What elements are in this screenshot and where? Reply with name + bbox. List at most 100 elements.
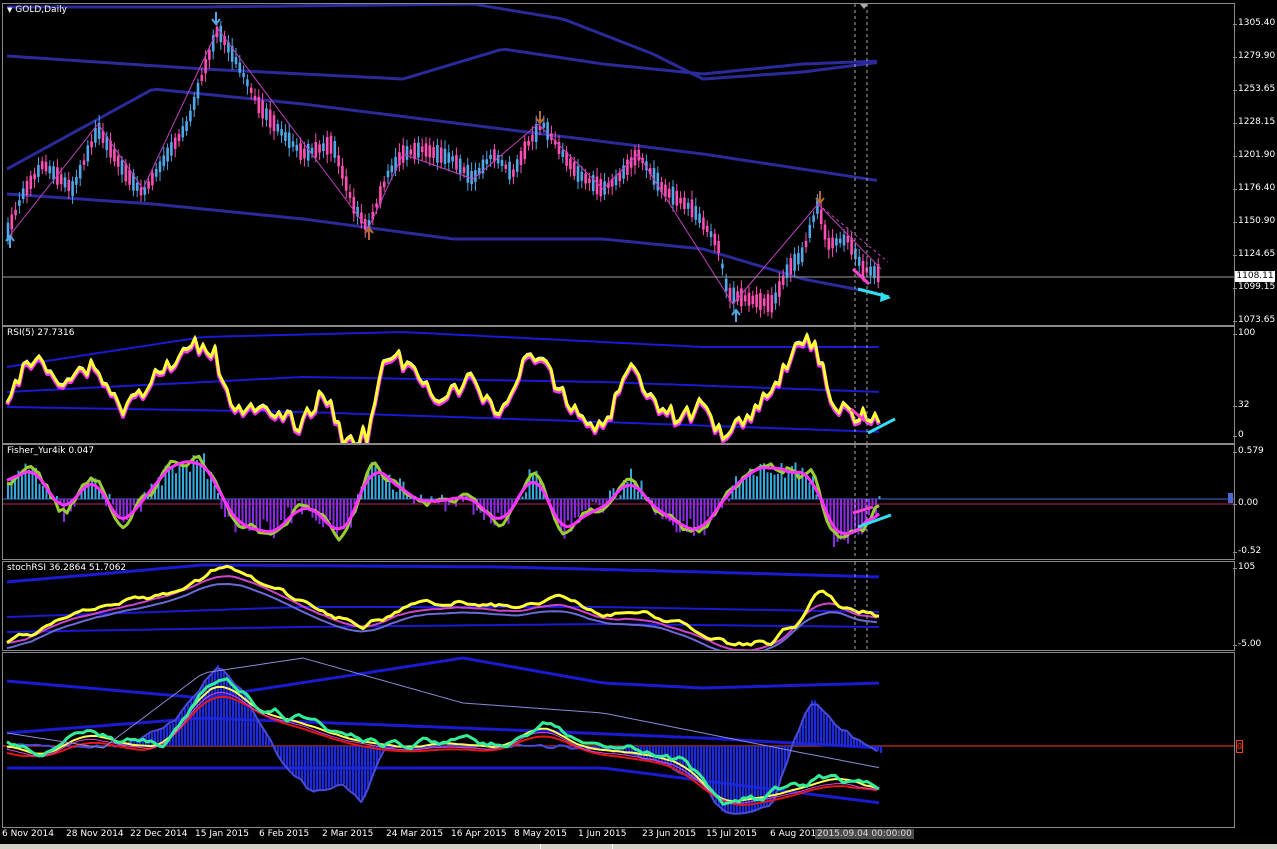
fisher-histogram-bar [395,491,398,499]
candle-body [192,96,196,110]
candle-body [569,158,572,170]
candle-body [702,217,705,230]
osc-histogram-bar [331,746,334,787]
time-axis[interactable]: 6 Nov 2014 28 Nov 2014 22 Dec 2014 15 Ja… [0,826,1235,844]
candle-body [861,260,865,278]
candle-body [113,148,116,162]
candle-body [29,175,33,189]
candle-body [462,167,466,173]
candle-body [348,192,352,198]
fisher-histogram-bar [171,465,174,499]
zero-level-marker: 0 [1236,740,1243,753]
oscillator-panel[interactable] [2,652,1235,828]
fisher-histogram-bar [745,477,748,499]
osc-histogram-bar [361,746,364,802]
candle-body [67,179,71,192]
fisher-histogram-bar [430,496,433,499]
osc-histogram-bar [748,746,751,813]
fisher-histogram-bar [287,499,289,508]
osc-histogram-bar [322,746,325,790]
osc-histogram-bar [367,746,370,790]
fisher-histogram-bar [871,499,874,506]
candle-body [800,247,804,263]
candle-body [664,184,667,197]
fisher-histogram-bar [584,499,587,510]
candle-body [717,240,720,254]
candle-body [496,154,500,164]
fisher-histogram-bar [178,465,181,499]
osc-histogram-bar [349,746,352,790]
candle-body [778,281,781,297]
candle-body [166,147,169,162]
rsi-panel[interactable]: RSI(5) 27.7316 [2,326,1235,444]
candle-body [265,108,268,120]
fisher-scale[interactable]: 0.579 0.00 -0.52 [1233,444,1277,558]
candle-body [470,171,473,185]
fisher-panel[interactable]: Fisher_Yur4ik 0.047 [2,444,1235,560]
candle-body [284,131,287,141]
candle-body [135,182,139,191]
osc-histogram-bar [820,708,823,746]
osc-histogram-bar [751,746,754,813]
candle-body [75,176,78,185]
price-panel[interactable]: ▼ GOLD,Daily [2,3,1235,326]
time-label: 1 Jun 2015 [578,829,627,839]
stoch-upper-band [6,563,880,584]
candle-body [249,87,253,93]
candle-body [721,263,724,269]
candle-body [390,165,394,173]
candle-body [489,154,492,160]
candle-body [420,146,424,153]
fisher-histogram-bar [322,499,324,528]
candle-body [329,135,333,154]
fisher-histogram-bar [689,499,692,520]
candle-body [819,209,823,225]
osc-histogram-bar [832,723,835,746]
candle-body [485,159,489,165]
fisher-histogram-bar [21,475,23,499]
symbol-label[interactable]: ▼ GOLD,Daily [7,5,67,15]
candle-body [576,166,580,182]
candle-body [303,148,306,159]
candle-body [90,141,93,148]
osc-histogram-bar [805,713,808,746]
fisher-histogram-bar [269,499,272,534]
candle-body [686,202,690,209]
time-label: 6 Nov 2014 [2,829,54,839]
candle-body [128,169,131,185]
candle-body [770,295,774,313]
candle-body [208,49,211,60]
candle-body [698,213,701,223]
candle-body [523,141,527,160]
oscillator-scale[interactable]: 0 [1235,652,1277,826]
time-label: 15 Jul 2015 [706,829,757,839]
rsi-scale[interactable]: 100 32 0 [1233,326,1277,442]
osc-histogram-bar [283,746,286,764]
osc-histogram-bar [151,732,154,746]
osc-histogram-bar [880,746,883,753]
candle-body [375,203,378,208]
stochrsi-scale[interactable]: 105 -5.00 [1233,561,1277,649]
candle-body [33,173,36,180]
candle-body [409,149,413,155]
candle-body [261,100,264,119]
current-price-label: 1108.11 [1235,271,1275,282]
osc-histogram-bar [598,746,601,748]
fisher-histogram-bar [591,499,594,502]
candle-body [690,199,694,218]
dropdown-triangle-icon[interactable]: ▼ [7,6,12,14]
osc-histogram-bar [295,746,298,776]
candle-body [325,137,329,155]
fisher-histogram-bar [339,499,342,529]
osc-histogram-bar [658,746,661,762]
candle-body [732,287,736,304]
candle-body [762,298,766,307]
candle-body [857,256,861,266]
candle-body [71,181,74,197]
fisher-histogram-bar [217,493,219,499]
rsi-upper-band [6,331,879,368]
fisher-histogram-bar [805,475,807,499]
candle-body [147,181,150,189]
fisher-histogram-bar [588,499,590,510]
stochrsi-panel[interactable]: stochRSI 36.2864 51.7062 [2,561,1235,651]
